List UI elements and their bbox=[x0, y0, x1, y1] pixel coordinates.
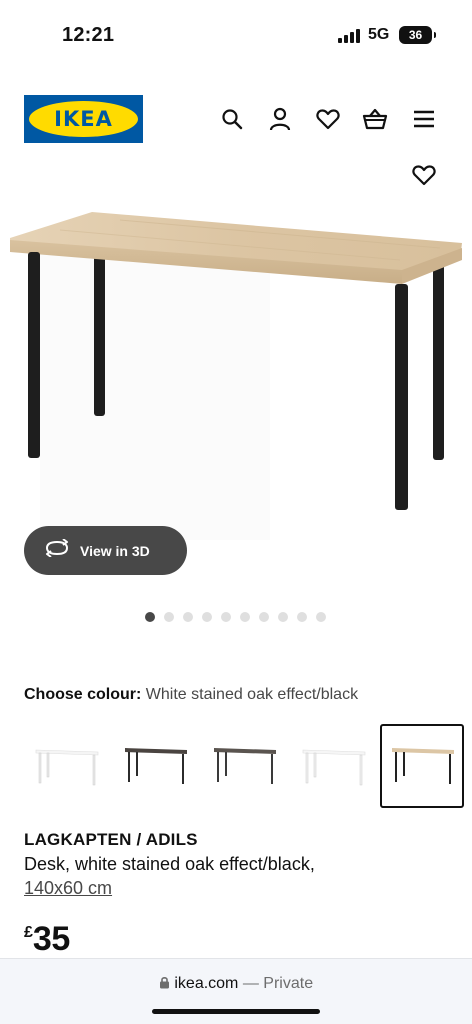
status-bar: 12:21 5G 36 bbox=[0, 0, 472, 70]
colour-swatches bbox=[24, 724, 464, 808]
product-name: LAGKAPTEN / ADILS bbox=[24, 830, 198, 849]
colour-label: Choose colour: bbox=[24, 686, 142, 703]
swatch-white-stained-oak-black[interactable] bbox=[380, 724, 464, 808]
view-in-3d-label: View in 3D bbox=[80, 542, 150, 559]
url-display[interactable]: ikea.com — Private bbox=[0, 975, 472, 993]
price-currency: £ bbox=[24, 924, 33, 941]
url-separator: — bbox=[242, 975, 259, 992]
rotate-3d-icon bbox=[44, 538, 70, 562]
home-indicator bbox=[152, 1009, 320, 1014]
swatch-black-brown-grey[interactable] bbox=[202, 724, 286, 808]
product-price: £35 bbox=[24, 920, 70, 959]
search-icon[interactable] bbox=[219, 106, 245, 132]
carousel-dot[interactable] bbox=[221, 612, 231, 622]
carousel-dot[interactable] bbox=[278, 612, 288, 622]
carousel-dot[interactable] bbox=[259, 612, 269, 622]
logo-oval: IKEA bbox=[29, 101, 138, 137]
carousel-dot[interactable] bbox=[183, 612, 193, 622]
swatch-black-brown[interactable] bbox=[113, 724, 197, 808]
carousel-dot[interactable] bbox=[297, 612, 307, 622]
private-mode-label: Private bbox=[263, 975, 314, 992]
lock-icon bbox=[159, 975, 174, 992]
signal-icon bbox=[338, 29, 360, 43]
carousel-dot[interactable] bbox=[164, 612, 174, 622]
swatch-white-white[interactable] bbox=[291, 724, 375, 808]
view-in-3d-button[interactable]: View in 3D bbox=[24, 526, 187, 575]
product-description: Desk, white stained oak effect/black, bbox=[24, 854, 315, 874]
url-domain: ikea.com bbox=[174, 975, 239, 992]
browser-address-bar[interactable]: ikea.com — Private bbox=[0, 958, 472, 1024]
favourites-icon[interactable] bbox=[315, 106, 341, 132]
colour-value: White stained oak effect/black bbox=[145, 686, 359, 703]
status-time: 12:21 bbox=[62, 24, 115, 46]
carousel-dot[interactable] bbox=[202, 612, 212, 622]
swatch-white[interactable] bbox=[24, 724, 108, 808]
carousel-dot[interactable] bbox=[145, 612, 155, 622]
carousel-dot[interactable] bbox=[316, 612, 326, 622]
battery-icon: 36 bbox=[399, 26, 436, 44]
menu-icon[interactable] bbox=[411, 106, 437, 132]
logo-text: IKEA bbox=[54, 107, 113, 131]
site-header: IKEA bbox=[0, 90, 472, 150]
basket-icon[interactable] bbox=[362, 106, 388, 132]
image-carousel-dots bbox=[145, 612, 326, 622]
product-size-link[interactable]: 140x60 cm bbox=[24, 878, 112, 899]
ikea-logo[interactable]: IKEA bbox=[24, 95, 143, 143]
battery-level: 36 bbox=[408, 28, 423, 42]
price-value: 35 bbox=[32, 920, 70, 958]
colour-chooser-heading: Choose colour: White stained oak effect/… bbox=[24, 686, 358, 704]
carousel-dot[interactable] bbox=[240, 612, 250, 622]
account-icon[interactable] bbox=[267, 106, 293, 132]
network-label: 5G bbox=[368, 26, 390, 43]
save-favourite-icon[interactable] bbox=[412, 164, 436, 188]
